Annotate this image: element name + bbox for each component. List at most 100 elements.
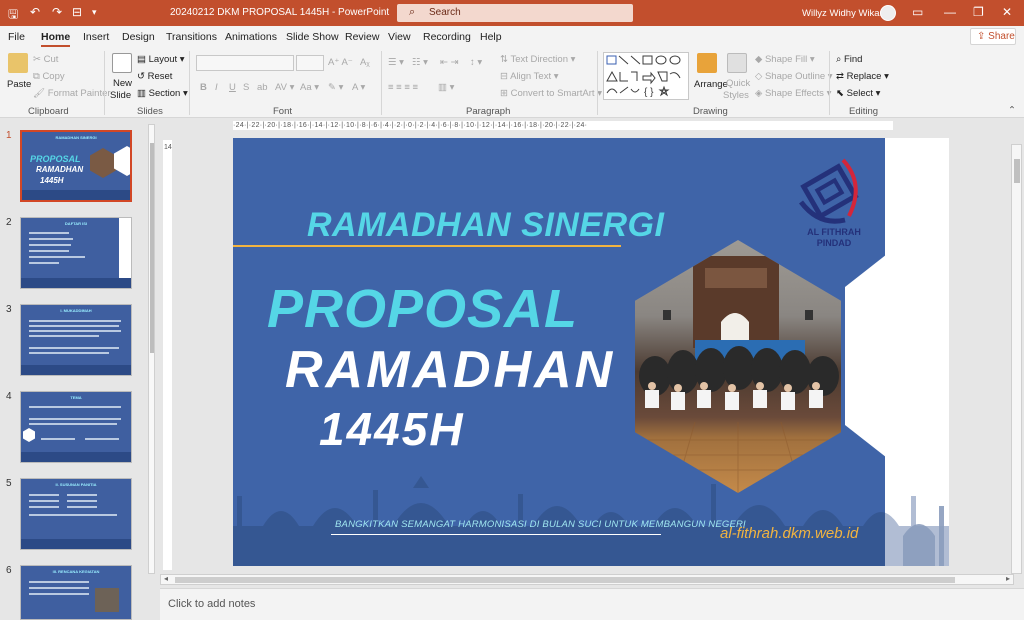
format-painter-button[interactable]: 🖌 Format Painter (33, 88, 111, 99)
ribbon-display-icon[interactable]: ▭ (912, 5, 923, 19)
scrollbar-thumb[interactable] (150, 143, 154, 353)
tab-review[interactable]: Review (345, 31, 379, 43)
new-slide-icon[interactable] (112, 53, 132, 73)
quick-styles-button-label2[interactable]: Styles (723, 90, 749, 101)
slide-title-year[interactable]: 1445H (319, 402, 465, 456)
strikethrough-icon[interactable]: S (243, 82, 249, 93)
section-button[interactable]: ▥ Section ▾ (137, 88, 188, 99)
tab-slide-show[interactable]: Slide Show (286, 31, 339, 43)
columns-icon[interactable]: ▥ ▾ (438, 82, 454, 93)
quick-styles-button[interactable]: Quick (726, 78, 750, 89)
slide-thumbnail-6[interactable]: III. RENCANA KEGIATAN (20, 565, 132, 620)
font-size-increase-icon[interactable]: A⁺ A⁻ (328, 57, 353, 68)
tab-animations[interactable]: Animations (225, 31, 277, 43)
slide-number: 3 (6, 304, 12, 315)
slide-title-proposal[interactable]: PROPOSAL (267, 278, 578, 340)
horizontal-scrollbar[interactable]: ◂ ▸ (160, 574, 1014, 585)
tab-transitions[interactable]: Transitions (166, 31, 217, 43)
minimize-icon[interactable]: — (944, 5, 956, 19)
search-input[interactable]: ⌕ Search (397, 4, 633, 22)
group-photo[interactable] (635, 240, 841, 493)
char-spacing-icon[interactable]: AV ▾ (275, 82, 294, 93)
paste-button[interactable]: Paste (7, 79, 31, 90)
slide-thumbnail-1[interactable]: RAMADHAN SINERGI PROPOSAL RAMADHAN 1445H (20, 130, 132, 202)
vertical-ruler[interactable]: 14 (163, 140, 172, 570)
tab-recording[interactable]: Recording (423, 31, 471, 43)
slide-subtitle[interactable]: RAMADHAN SINERGI (307, 206, 664, 245)
tab-insert[interactable]: Insert (83, 31, 109, 43)
quick-styles-icon[interactable] (727, 53, 747, 73)
shape-outline-button[interactable]: ◇ Shape Outline ▾ (755, 71, 833, 82)
italic-icon[interactable]: I (215, 82, 218, 93)
thumbnails-scrollbar[interactable] (148, 124, 155, 574)
slide-thumbnail-2[interactable]: DAFTAR ISI (20, 217, 132, 289)
new-slide-button-label2[interactable]: Slide (110, 90, 131, 101)
notes-pane[interactable]: Click to add notes (160, 588, 1024, 620)
align-text-button[interactable]: ⊟ Align Text ▾ (500, 71, 559, 82)
horizontal-ruler[interactable]: ·24·|·22·|·20·|·18·|·16·|·14·|·12·|·10·|… (233, 121, 893, 130)
indent-icon[interactable]: ⇤ ⇥ (440, 57, 459, 68)
bold-icon[interactable]: B (200, 82, 207, 93)
clear-format-icon[interactable]: Aᵪ (360, 57, 370, 68)
bullets-icon[interactable]: ☰ ▾ (388, 57, 404, 68)
line-spacing-icon[interactable]: ↕ ▾ (470, 57, 482, 68)
share-button[interactable]: ⇪ Share (970, 28, 1016, 45)
new-slide-button[interactable]: New (113, 78, 132, 89)
reset-button[interactable]: ↺ Reset (137, 71, 172, 82)
shape-effects-button[interactable]: ◈ Shape Effects ▾ (755, 88, 831, 99)
slide-title-ramadhan[interactable]: RAMADHAN (285, 340, 615, 400)
thumbnail-text: 1445H (40, 176, 64, 185)
scroll-left-icon[interactable]: ◂ (164, 574, 168, 583)
font-name-select[interactable] (196, 55, 294, 71)
smartart-button[interactable]: ⊞ Convert to SmartArt ▾ (500, 88, 602, 99)
slide-thumbnail-3[interactable]: I. MUKADDIMAH (20, 304, 132, 376)
slide-website[interactable]: al-fithrah.dkm.web.id (720, 525, 858, 542)
thumbnail-text-line (29, 262, 59, 264)
shape-fill-button[interactable]: ◆ Shape Fill ▾ (755, 54, 815, 65)
scrollbar-thumb[interactable] (1014, 159, 1020, 183)
title-bar: 🖫 ↶ ↷ ⊟ ▾ 20240212 DKM PROPOSAL 1445H - … (0, 0, 1024, 26)
numbering-icon[interactable]: ☷ ▾ (412, 57, 428, 68)
scroll-right-icon[interactable]: ▸ (1006, 574, 1010, 583)
underline-icon[interactable]: U (229, 82, 236, 93)
text-direction-button[interactable]: ⇅ Text Direction ▾ (500, 54, 575, 65)
font-size-select[interactable] (296, 55, 324, 71)
scrollbar-thumb[interactable] (175, 577, 955, 583)
redo-icon[interactable]: ↷ (52, 5, 62, 19)
tab-home[interactable]: Home (41, 31, 71, 47)
font-color-icon[interactable]: A ▾ (352, 82, 365, 93)
cut-button[interactable]: ✂ Cut (33, 54, 58, 65)
present-icon[interactable]: ⊟ (72, 5, 82, 19)
slide-thumbnail-4[interactable]: TEMA (20, 391, 132, 463)
arrange-icon[interactable] (697, 53, 717, 73)
tab-help[interactable]: Help (480, 31, 502, 43)
close-icon[interactable]: ✕ (1002, 5, 1012, 19)
notes-placeholder[interactable]: Click to add notes (168, 598, 255, 610)
replace-button[interactable]: ⇄ Replace ▾ (836, 71, 889, 82)
select-button[interactable]: ⬉ Select ▾ (836, 88, 880, 99)
slide-canvas[interactable]: RAMADHAN SINERGI PROPOSAL RAMADHAN 1445H… (233, 138, 949, 566)
tab-view[interactable]: View (388, 31, 411, 43)
avatar[interactable] (880, 5, 896, 21)
customize-qat-icon[interactable]: ▾ (92, 7, 97, 18)
arrange-button[interactable]: Arrange (694, 79, 728, 90)
vertical-scrollbar[interactable] (1011, 144, 1022, 574)
strikethrough-alt-icon[interactable]: ab (257, 82, 268, 93)
find-button[interactable]: ⌕ Find (836, 54, 862, 65)
slide-thumbnail-5[interactable]: II. SUSUNAN PANITIA (20, 478, 132, 550)
highlight-icon[interactable]: ✎ ▾ (328, 82, 343, 93)
undo-icon[interactable]: ↶ (30, 5, 40, 19)
tab-design[interactable]: Design (122, 31, 155, 43)
paste-icon[interactable] (8, 53, 28, 73)
maximize-icon[interactable]: ❐ (973, 5, 984, 19)
tab-file[interactable]: File (8, 31, 25, 43)
save-icon[interactable]: 🖫 (8, 5, 18, 26)
change-case-icon[interactable]: Aa ▾ (300, 82, 319, 93)
search-placeholder: Search (429, 7, 461, 18)
align-icons[interactable]: ≡ ≡ ≡ ≡ (388, 82, 418, 93)
collapse-ribbon-icon[interactable]: ⌃ (1008, 105, 1016, 116)
layout-button[interactable]: ▤ Layout ▾ (137, 54, 185, 65)
slide-tagline[interactable]: BANGKITKAN SEMANGAT HARMONISASI DI BULAN… (335, 519, 746, 530)
copy-button[interactable]: ⧉ Copy (33, 71, 65, 82)
shapes-gallery[interactable]: { } (603, 52, 689, 100)
